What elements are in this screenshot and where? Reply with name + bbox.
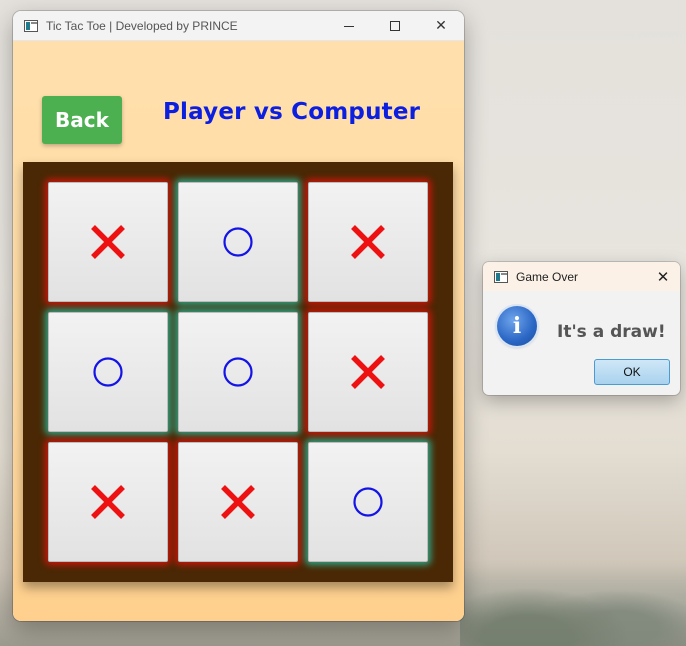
board-cell-1-1[interactable] <box>48 182 168 302</box>
minimize-button[interactable] <box>326 11 372 41</box>
board-cell-3-1[interactable] <box>48 442 168 562</box>
o-mark-icon <box>348 482 388 522</box>
close-icon: ✕ <box>656 267 670 286</box>
minimize-icon <box>344 25 354 27</box>
game-over-dialog: Game Over ✕ i It's a draw! OK <box>483 262 680 395</box>
x-mark-icon <box>218 482 258 522</box>
dialog-message: It's a draw! <box>557 322 666 342</box>
close-button[interactable]: ✕ <box>418 11 464 41</box>
game-content: Back Player vs Computer <box>13 41 464 621</box>
window-title: Tic Tac Toe | Developed by PRINCE <box>46 18 238 33</box>
desktop-background <box>460 560 686 646</box>
dialog-titlebar[interactable]: Game Over ✕ <box>483 262 680 291</box>
board-cell-1-2[interactable] <box>178 182 298 302</box>
main-window: Tic Tac Toe | Developed by PRINCE ✕ Back… <box>13 11 464 621</box>
info-icon: i <box>497 306 537 346</box>
board-cell-2-3[interactable] <box>308 312 428 432</box>
dialog-close-button[interactable]: ✕ <box>646 262 680 291</box>
x-mark-icon <box>88 222 128 262</box>
back-button[interactable]: Back <box>42 96 122 144</box>
board-cell-1-3[interactable] <box>308 182 428 302</box>
board-cell-3-2[interactable] <box>178 442 298 562</box>
board-cell-3-3[interactable] <box>308 442 428 562</box>
maximize-button[interactable] <box>372 11 418 41</box>
board-cell-2-2[interactable] <box>178 312 298 432</box>
mode-title: Player vs Computer <box>163 99 421 125</box>
close-icon: ✕ <box>435 18 447 34</box>
ok-button[interactable]: OK <box>594 359 670 385</box>
x-mark-icon <box>88 482 128 522</box>
o-mark-icon <box>218 222 258 262</box>
o-mark-icon <box>88 352 128 392</box>
maximize-icon <box>390 21 400 31</box>
x-mark-icon <box>348 352 388 392</box>
app-window-icon <box>24 19 38 32</box>
window-titlebar[interactable]: Tic Tac Toe | Developed by PRINCE ✕ <box>13 11 464 41</box>
board-cell-2-1[interactable] <box>48 312 168 432</box>
dialog-window-icon <box>494 270 508 283</box>
game-board <box>23 162 453 582</box>
o-mark-icon <box>218 352 258 392</box>
x-mark-icon <box>348 222 388 262</box>
dialog-title: Game Over <box>516 269 579 284</box>
